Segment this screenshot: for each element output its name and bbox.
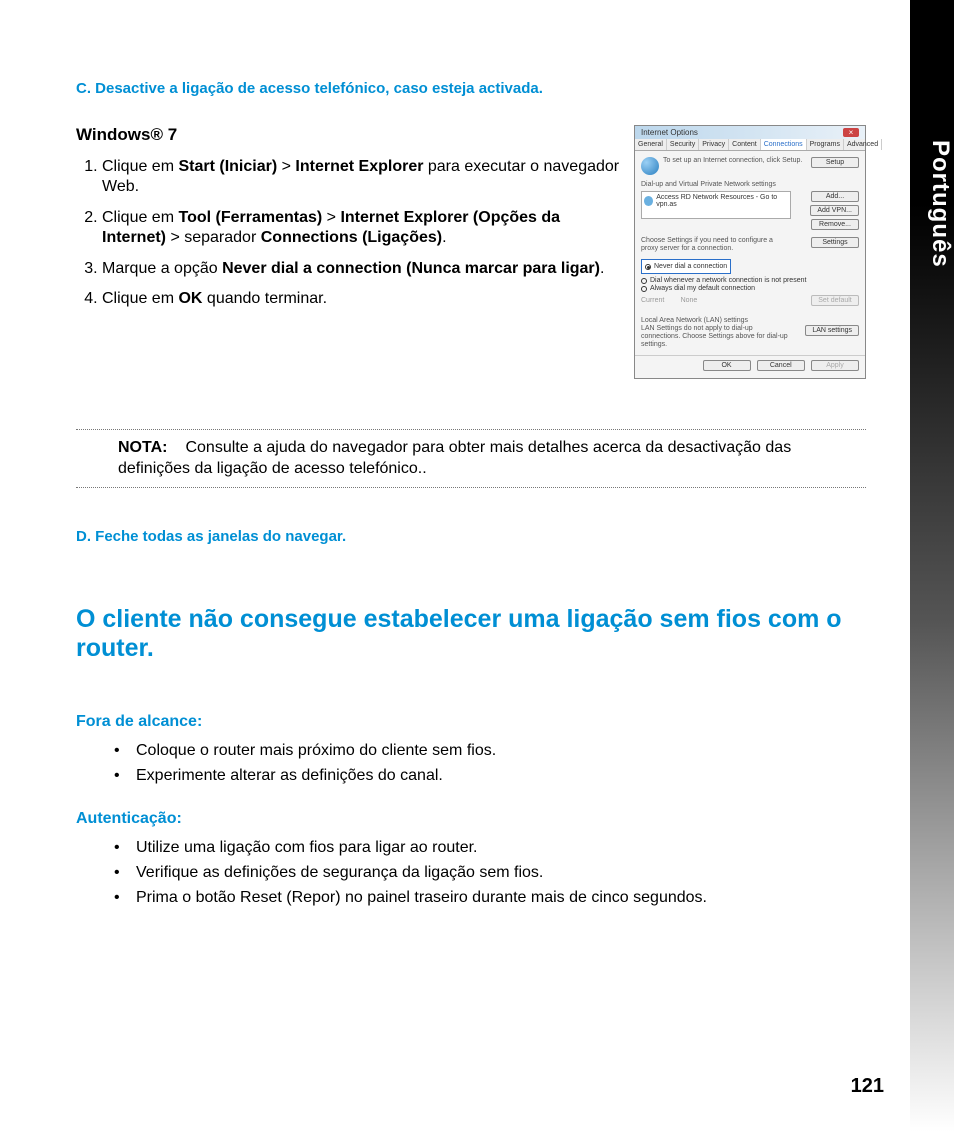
divider	[76, 487, 866, 488]
tab-advanced[interactable]: Advanced	[844, 139, 882, 150]
tab-programs[interactable]: Programs	[807, 139, 844, 150]
list-item: Utilize uma ligação com fios para ligar …	[136, 836, 866, 861]
radio-label: Never dial a connection	[654, 263, 727, 270]
text: .	[442, 229, 446, 246]
list-item-label: Access RD Network Resources - Go to vpn.…	[656, 194, 788, 208]
step-3: Marque a opção Never dial a connection (…	[102, 259, 620, 279]
remove-button[interactable]: Remove...	[811, 219, 859, 230]
text: Clique em	[102, 290, 178, 307]
dialup-header: Dial-up and Virtual Private Network sett…	[641, 181, 859, 189]
divider	[76, 429, 866, 430]
steps-list: Clique em Start (Iniciar) > Internet Exp…	[102, 157, 620, 310]
nota-text: Consulte a ajuda do navegador para obter…	[118, 439, 791, 476]
connection-icon	[644, 196, 653, 206]
list-item[interactable]: Access RD Network Resources - Go to vpn.…	[644, 194, 788, 208]
autenticacao-heading: Autenticação:	[76, 810, 866, 828]
cancel-button[interactable]: Cancel	[757, 360, 805, 371]
ok-button[interactable]: OK	[703, 360, 751, 371]
radio-dot-icon	[645, 264, 651, 270]
list-item: Verifique as definições de segurança da …	[136, 861, 866, 886]
text: > separador	[166, 229, 261, 246]
language-side-tab: Português	[910, 0, 954, 1132]
dialog-titlebar: Internet Options ×	[635, 126, 865, 139]
text-bold: Start (Iniciar)	[178, 158, 277, 175]
settings-button[interactable]: Settings	[811, 237, 859, 248]
lan-settings-button[interactable]: LAN settings	[805, 325, 859, 336]
radio-label: Dial whenever a network connection is no…	[650, 277, 806, 284]
tab-general[interactable]: General	[635, 139, 667, 150]
add-vpn-button[interactable]: Add VPN...	[810, 205, 859, 216]
windows7-heading: Windows® 7	[76, 125, 620, 145]
tab-content[interactable]: Content	[729, 139, 761, 150]
radio-label: Always dial my default connection	[650, 285, 755, 292]
apply-button[interactable]: Apply	[811, 360, 859, 371]
step-4: Clique em OK quando terminar.	[102, 289, 620, 309]
text-bold: Never dial a connection (Nunca marcar pa…	[222, 260, 600, 277]
connections-listbox[interactable]: Access RD Network Resources - Go to vpn.…	[641, 191, 791, 219]
current-value: None	[681, 297, 698, 304]
text: >	[277, 158, 295, 175]
never-dial-highlight: Never dial a connection	[641, 259, 731, 274]
text: >	[322, 209, 340, 226]
text: quando terminar.	[202, 290, 327, 307]
choose-settings-text: Choose Settings if you need to configure…	[641, 237, 791, 253]
close-icon[interactable]: ×	[843, 128, 859, 137]
radio-dot-icon	[641, 286, 647, 292]
nota-block: NOTA:Consulte a ajuda do navegador para …	[118, 438, 866, 479]
setup-text: To set up an Internet connection, click …	[663, 157, 803, 165]
list-item: Prima o botão Reset (Repor) no painel tr…	[136, 886, 866, 911]
text: .	[600, 260, 604, 277]
section-d-heading: D. Feche todas as janelas do navegar.	[76, 528, 866, 545]
step-1: Clique em Start (Iniciar) > Internet Exp…	[102, 157, 620, 198]
internet-options-dialog: Internet Options × General Security Priv…	[634, 125, 866, 379]
language-label: Português	[910, 140, 954, 268]
text-bold: Internet Explorer	[295, 158, 423, 175]
list-item: Coloque o router mais próximo do cliente…	[136, 739, 866, 764]
text-bold: Connections (Ligações)	[261, 229, 442, 246]
text-bold: Tool (Ferramentas)	[178, 209, 322, 226]
radio-always-dial[interactable]: Always dial my default connection	[641, 285, 859, 292]
fora-list: Coloque o router mais próximo do cliente…	[136, 739, 866, 789]
dialog-title: Internet Options	[641, 128, 698, 137]
lan-header: Local Area Network (LAN) settings	[641, 317, 859, 325]
setup-button[interactable]: Setup	[811, 157, 859, 168]
section-c-heading: C. Desactive a ligação de acesso telefón…	[76, 80, 866, 97]
radio-never-dial[interactable]: Never dial a connection	[645, 263, 727, 270]
current-label: Current	[641, 297, 664, 304]
nota-label: NOTA:	[118, 439, 167, 456]
tab-privacy[interactable]: Privacy	[699, 139, 729, 150]
tab-connections[interactable]: Connections	[761, 139, 807, 150]
step-2: Clique em Tool (Ferramentas) > Internet …	[102, 208, 620, 249]
page-number: 121	[851, 1075, 884, 1098]
page-content: C. Desactive a ligação de acesso telefón…	[76, 80, 866, 911]
add-button[interactable]: Add...	[811, 191, 859, 202]
troubleshoot-heading: O cliente não consegue estabelecer uma l…	[76, 605, 866, 663]
set-default-button[interactable]: Set default	[811, 295, 859, 306]
dialog-tabs: General Security Privacy Content Connect…	[635, 139, 865, 151]
text: Marque a opção	[102, 260, 222, 277]
text: Clique em	[102, 158, 178, 175]
aut-list: Utilize uma ligação com fios para ligar …	[136, 836, 866, 910]
lan-text: LAN Settings do not apply to dial-up con…	[641, 325, 791, 349]
text-bold: OK	[178, 290, 202, 307]
list-item: Experimente alterar as definições do can…	[136, 764, 866, 789]
tab-security[interactable]: Security	[667, 139, 699, 150]
radio-dot-icon	[641, 278, 647, 284]
radio-dial-when-not-present[interactable]: Dial whenever a network connection is no…	[641, 277, 859, 284]
text: Clique em	[102, 209, 178, 226]
globe-icon	[641, 157, 659, 175]
fora-de-alcance-heading: Fora de alcance:	[76, 713, 866, 731]
